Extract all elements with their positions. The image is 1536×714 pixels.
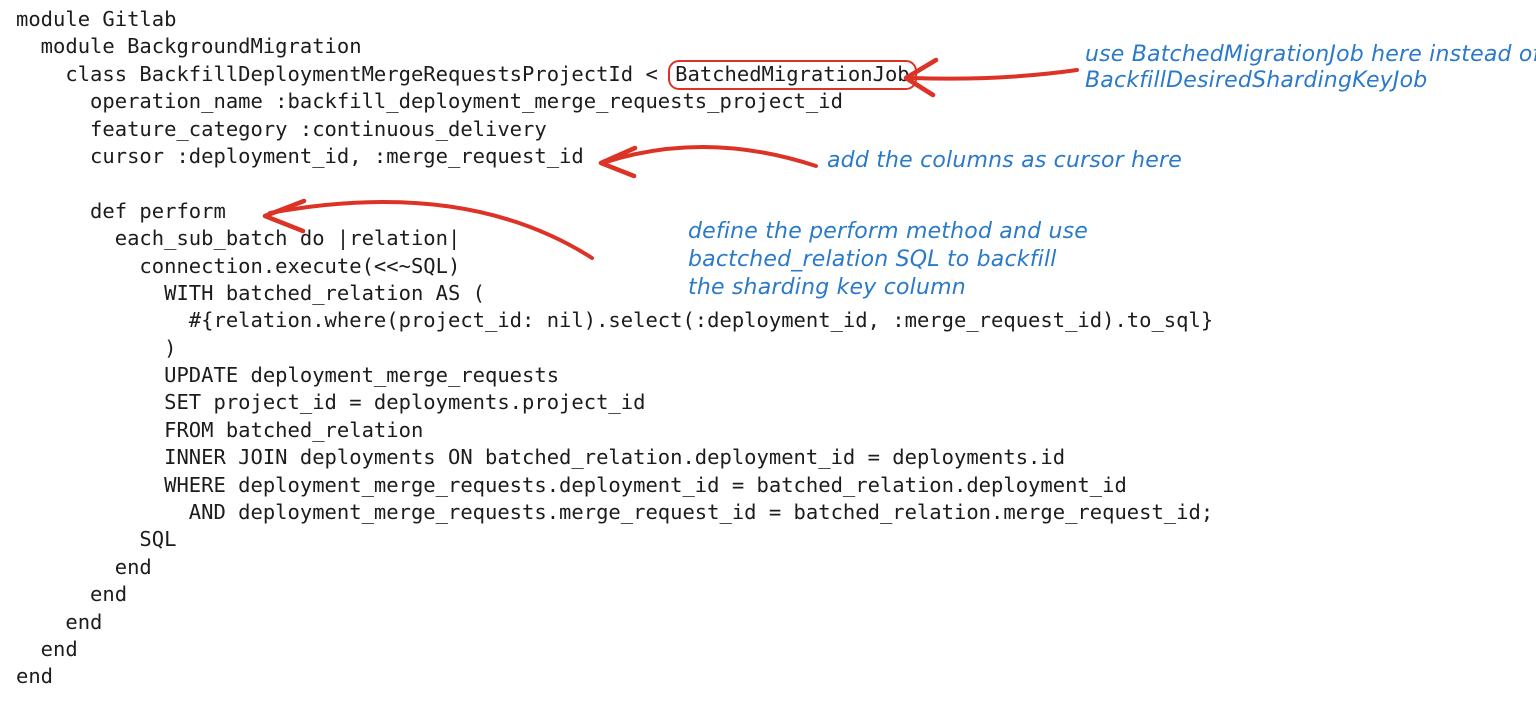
code-line: operation_name :backfill_deployment_merg… (16, 88, 1213, 115)
code-line: feature_category :continuous_delivery (16, 116, 1213, 143)
note-line: BackfillDesiredShardingKeyJob (1085, 68, 1536, 94)
code-line: end (16, 636, 1213, 663)
code-line: end (16, 663, 1213, 690)
code-line: class BackfillDeploymentMergeRequestsPro… (16, 61, 1213, 88)
annotation-perform-note: define the perform method and use bactch… (688, 218, 1088, 302)
code-line: ) (16, 335, 1213, 362)
code-line: WHERE deployment_merge_requests.deployme… (16, 472, 1213, 499)
highlighted-token-box: BatchedMigrationJob (668, 60, 917, 90)
code-line: SET project_id = deployments.project_id (16, 389, 1213, 416)
code-line: AND deployment_merge_requests.merge_requ… (16, 499, 1213, 526)
note-line: bactched_relation SQL to backfill (688, 246, 1088, 274)
code-line: end (16, 554, 1213, 581)
note-line: define the perform method and use (688, 218, 1088, 246)
annotated-code-figure: module Gitlab module BackgroundMigration… (0, 0, 1536, 714)
annotation-cursor-note: add the columns as cursor here (827, 148, 1182, 174)
code-line: FROM batched_relation (16, 417, 1213, 444)
code-block: module Gitlab module BackgroundMigration… (16, 6, 1213, 691)
code-line: UPDATE deployment_merge_requests (16, 362, 1213, 389)
code-line (16, 170, 1213, 197)
code-line: end (16, 581, 1213, 608)
code-line: module BackgroundMigration (16, 33, 1213, 60)
code-line: SQL (16, 526, 1213, 553)
code-line: module Gitlab (16, 6, 1213, 33)
code-line: INNER JOIN deployments ON batched_relati… (16, 444, 1213, 471)
note-line: add the columns as cursor here (827, 148, 1182, 174)
code-line: #{relation.where(project_id: nil).select… (16, 307, 1213, 334)
code-line: end (16, 609, 1213, 636)
note-line: use BatchedMigrationJob here instead of (1085, 42, 1536, 68)
annotation-use-batched-note: use BatchedMigrationJob here instead of … (1085, 42, 1536, 94)
note-line: the sharding key column (688, 274, 1088, 302)
